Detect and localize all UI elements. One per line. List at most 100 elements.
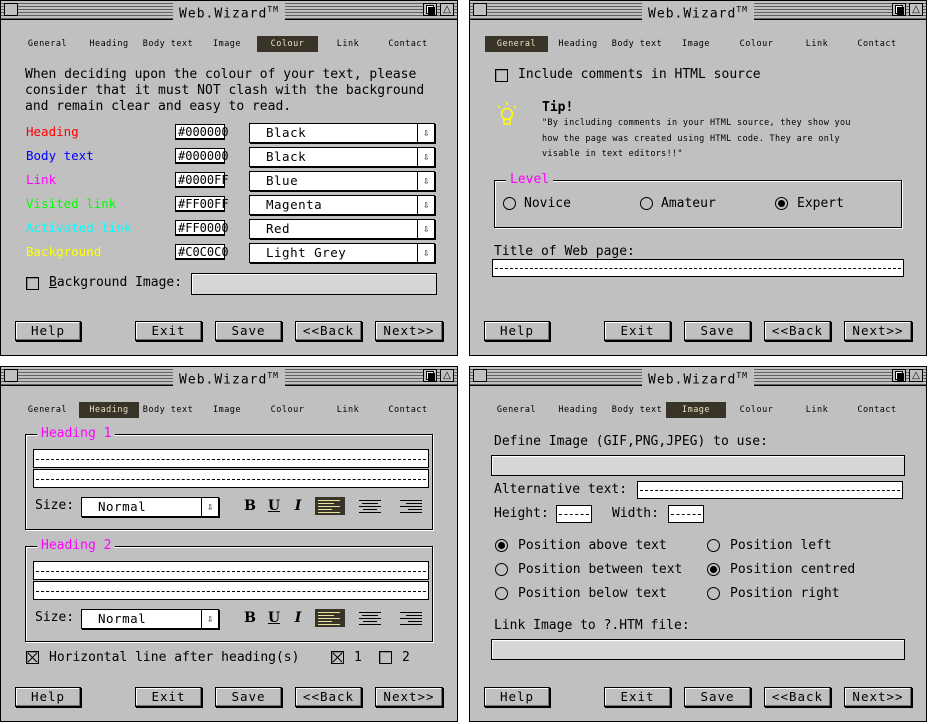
radio-amateur[interactable] [640, 197, 653, 210]
radio-position-centred[interactable] [707, 563, 720, 576]
exit-button[interactable]: Exit [135, 687, 202, 707]
radio-position-right[interactable] [707, 587, 720, 600]
save-button[interactable]: Save [215, 321, 282, 341]
title-bar[interactable]: Web.WizardTM △ [1, 1, 457, 23]
colour-hex-input[interactable]: #000000 [175, 124, 229, 140]
tab-contact[interactable]: Contact [378, 402, 438, 418]
help-button[interactable]: Help [15, 321, 81, 341]
heading1-input-1[interactable] [33, 449, 429, 468]
bg-image-checkbox[interactable] [26, 277, 39, 290]
zoom-icon[interactable] [423, 369, 437, 382]
close-icon[interactable] [4, 369, 18, 382]
tab-colour[interactable]: Colour [257, 36, 318, 52]
radio-position-below[interactable] [495, 587, 508, 600]
colour-dropdown[interactable]: Red ⇩ [249, 219, 435, 239]
tab-link[interactable]: Link [318, 402, 378, 418]
tab-colour[interactable]: Colour [726, 36, 787, 52]
colour-hex-input[interactable]: #C0C0C0 [175, 244, 229, 260]
tab-heading[interactable]: Heading [548, 402, 608, 418]
tab-image[interactable]: Image [666, 402, 726, 418]
colour-dropdown[interactable]: Magenta ⇩ [249, 195, 435, 215]
tab-body-text[interactable]: Body text [139, 36, 197, 52]
next-button[interactable]: Next>> [375, 687, 443, 707]
colour-dropdown[interactable]: Black ⇩ [249, 123, 435, 143]
back-button[interactable]: <<Back [764, 321, 831, 341]
colour-hex-input[interactable]: #000000 [175, 148, 229, 164]
tab-body-text[interactable]: Body text [139, 402, 197, 418]
align-left-icon[interactable] [315, 609, 345, 627]
width-input[interactable] [668, 505, 704, 523]
radio-novice[interactable] [503, 197, 516, 210]
back-button[interactable]: <<Back [764, 687, 831, 707]
colour-hex-input[interactable]: #0000FF [175, 172, 229, 188]
tab-general[interactable]: General [485, 402, 548, 418]
zoom-icon[interactable] [423, 3, 437, 16]
hline-2-checkbox[interactable] [379, 651, 392, 664]
tab-body-text[interactable]: Body text [608, 36, 666, 52]
tab-body-text[interactable]: Body text [608, 402, 666, 418]
tab-link[interactable]: Link [787, 36, 847, 52]
heading2-size-dropdown[interactable]: Normal ⇩ [81, 609, 219, 629]
colour-dropdown[interactable]: Light Grey ⇩ [249, 243, 435, 263]
next-button[interactable]: Next>> [375, 321, 443, 341]
title-bar[interactable]: Web.WizardTM △ [1, 367, 457, 389]
exit-button[interactable]: Exit [135, 321, 202, 341]
exit-button[interactable]: Exit [604, 321, 671, 341]
tab-colour[interactable]: Colour [726, 402, 787, 418]
close-icon[interactable] [473, 3, 487, 16]
tab-contact[interactable]: Contact [847, 402, 907, 418]
help-button[interactable]: Help [484, 687, 550, 707]
save-button[interactable]: Save [684, 687, 751, 707]
radio-expert[interactable] [775, 197, 788, 210]
include-comments-checkbox[interactable] [495, 69, 508, 82]
heading1-size-dropdown[interactable]: Normal ⇩ [81, 497, 219, 517]
hline-checkbox[interactable] [26, 651, 39, 664]
tab-heading[interactable]: Heading [79, 402, 139, 418]
bg-image-input[interactable] [191, 273, 437, 295]
tab-heading[interactable]: Heading [548, 36, 608, 52]
heading1-input-2[interactable] [33, 469, 429, 488]
exit-button[interactable]: Exit [604, 687, 671, 707]
tab-contact[interactable]: Contact [378, 36, 438, 52]
align-right-icon[interactable] [395, 497, 425, 515]
align-centre-icon[interactable] [355, 497, 385, 515]
colour-hex-input[interactable]: #FF00FF [175, 196, 229, 212]
tab-colour[interactable]: Colour [257, 402, 318, 418]
tab-general[interactable]: General [485, 36, 548, 52]
tab-contact[interactable]: Contact [847, 36, 907, 52]
zoom-icon[interactable] [892, 369, 906, 382]
depth-icon[interactable]: △ [909, 3, 923, 16]
align-centre-icon[interactable] [355, 609, 385, 627]
back-button[interactable]: <<Back [295, 321, 362, 341]
radio-position-above[interactable] [495, 539, 508, 552]
colour-hex-input[interactable]: #FF0000 [175, 220, 229, 236]
italic-button[interactable]: I [283, 609, 313, 627]
image-file-input[interactable] [491, 455, 905, 476]
depth-icon[interactable]: △ [440, 369, 454, 382]
colour-dropdown[interactable]: Blue ⇩ [249, 171, 435, 191]
radio-position-left[interactable] [707, 539, 720, 552]
align-left-icon[interactable] [315, 497, 345, 515]
tab-link[interactable]: Link [787, 402, 847, 418]
page-title-input[interactable] [492, 259, 904, 277]
height-input[interactable] [556, 505, 592, 523]
save-button[interactable]: Save [684, 321, 751, 341]
tab-general[interactable]: General [16, 402, 79, 418]
heading2-input-1[interactable] [33, 561, 429, 580]
italic-button[interactable]: I [283, 497, 313, 515]
save-button[interactable]: Save [215, 687, 282, 707]
tab-general[interactable]: General [16, 36, 79, 52]
depth-icon[interactable]: △ [909, 369, 923, 382]
tab-image[interactable]: Image [197, 402, 257, 418]
radio-position-between[interactable] [495, 563, 508, 576]
link-file-input[interactable] [491, 639, 905, 660]
close-icon[interactable] [4, 3, 18, 16]
tab-image[interactable]: Image [197, 36, 257, 52]
tab-image[interactable]: Image [666, 36, 726, 52]
colour-dropdown[interactable]: Black ⇩ [249, 147, 435, 167]
help-button[interactable]: Help [15, 687, 81, 707]
next-button[interactable]: Next>> [844, 321, 912, 341]
tab-heading[interactable]: Heading [79, 36, 139, 52]
alt-text-input[interactable] [637, 481, 903, 499]
title-bar[interactable]: Web.WizardTM △ [470, 1, 926, 23]
